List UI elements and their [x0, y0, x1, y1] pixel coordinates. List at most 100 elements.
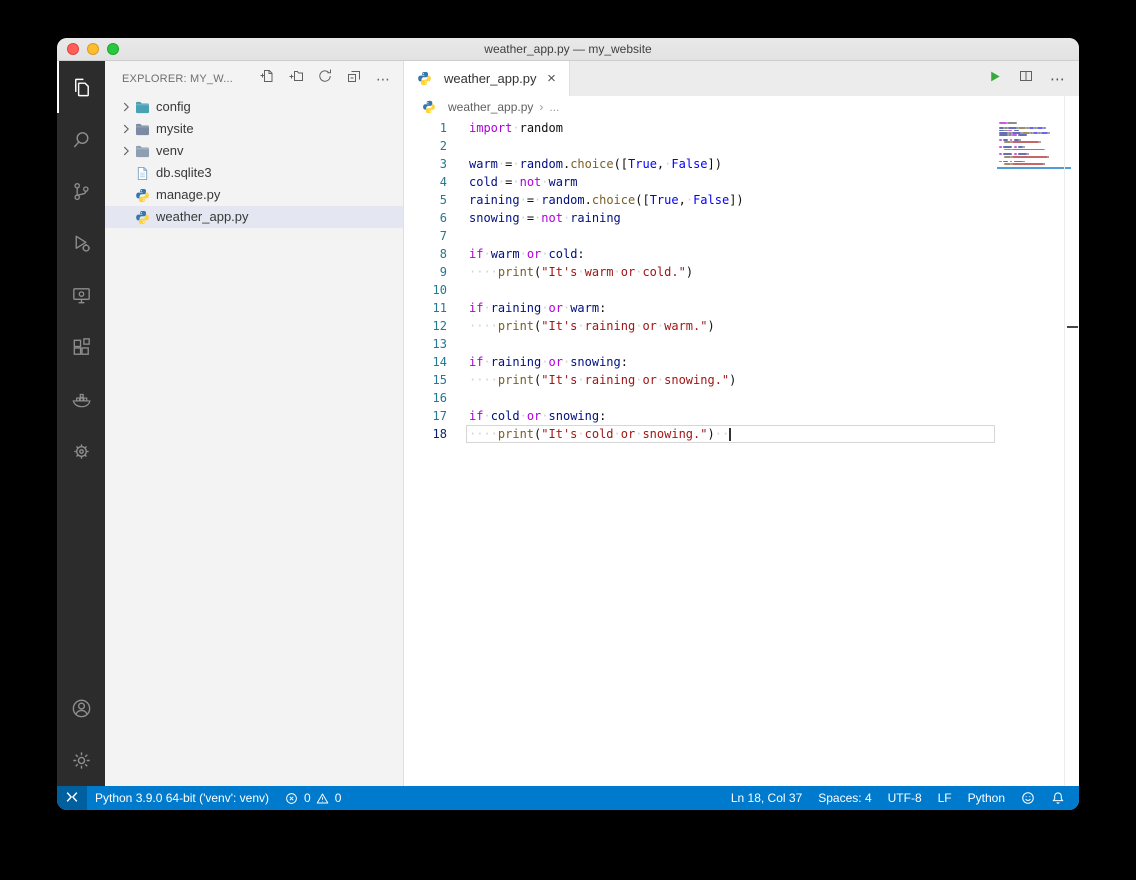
- activitybar-run-debug[interactable]: [57, 217, 105, 269]
- python-interpreter-status[interactable]: Python 3.9.0 64-bit ('venv': venv): [87, 786, 277, 810]
- chevron-spacer: [118, 209, 134, 225]
- line-number: 1: [404, 119, 447, 137]
- explorer-item-venv[interactable]: venv: [105, 140, 403, 162]
- code-line-4[interactable]: cold·=·not·warm: [469, 173, 1079, 191]
- code-line-16[interactable]: [469, 389, 1079, 407]
- split-editor-button[interactable]: [1018, 68, 1034, 89]
- code-line-7[interactable]: [469, 227, 1079, 245]
- line-number: 6: [404, 209, 447, 227]
- code-line-12[interactable]: ····print("It's·raining·or·warm."): [469, 317, 1079, 335]
- activitybar-extensions[interactable]: [57, 321, 105, 373]
- cursor-position-status[interactable]: Ln 18, Col 37: [723, 786, 810, 810]
- remote-explorer-icon: [70, 284, 93, 307]
- code-line-17[interactable]: if·cold·or·snowing:: [469, 407, 1079, 425]
- activitybar-source-control[interactable]: [57, 165, 105, 217]
- source-control-branch-icon: [70, 180, 93, 203]
- notifications-button[interactable]: [1043, 786, 1073, 810]
- chevron-right-icon[interactable]: [118, 99, 134, 115]
- warning-count: 0: [335, 791, 342, 805]
- code-line-18[interactable]: ····print("It's·cold·or·snowing.")··: [469, 425, 1079, 443]
- explorer-item-label: weather_app.py: [156, 206, 249, 228]
- explorer-item-label: db.sqlite3: [156, 162, 212, 184]
- eol-status[interactable]: LF: [930, 786, 960, 810]
- editor-group: weather_app.py × ⋯: [404, 61, 1079, 786]
- close-window-button[interactable]: [67, 43, 79, 55]
- new-folder-button[interactable]: [286, 69, 306, 89]
- feedback-button[interactable]: [1013, 786, 1043, 810]
- chevron-spacer: [118, 187, 134, 203]
- zoom-window-button[interactable]: [107, 43, 119, 55]
- status-bar: Python 3.9.0 64-bit ('venv': venv) 0 0 L…: [57, 786, 1079, 810]
- run-python-file-button[interactable]: [987, 69, 1002, 89]
- code-line-10[interactable]: [469, 281, 1079, 299]
- explorer-item-db-sqlite3[interactable]: db.sqlite3: [105, 162, 403, 184]
- remote-indicator[interactable]: [57, 786, 87, 810]
- code-line-6[interactable]: snowing·=·not·raining: [469, 209, 1079, 227]
- line-number: 13: [404, 335, 447, 353]
- eol-label: LF: [938, 791, 952, 805]
- explorer-item-weather-app-py[interactable]: weather_app.py: [105, 206, 403, 228]
- code-line-2[interactable]: [469, 137, 1079, 155]
- collapse-folders-button[interactable]: [344, 69, 364, 89]
- line-number: 10: [404, 281, 447, 299]
- problems-status[interactable]: 0 0: [277, 786, 349, 810]
- code-line-3[interactable]: warm·=·random.choice([True,·False]): [469, 155, 1079, 173]
- code-content[interactable]: import·random warm·=·random.choice([True,…: [469, 119, 1079, 443]
- file-tree: configmysitevenvdb.sqlite3manage.pyweath…: [105, 96, 403, 786]
- gear-circle-icon: [70, 440, 93, 463]
- chevron-right-icon[interactable]: [118, 121, 134, 137]
- activitybar-extension-gear[interactable]: [57, 425, 105, 477]
- line-number: 4: [404, 173, 447, 191]
- code-line-11[interactable]: if·raining·or·warm:: [469, 299, 1079, 317]
- new-file-button[interactable]: [257, 69, 277, 89]
- tab-close-icon[interactable]: ×: [543, 70, 561, 87]
- python-file-icon: [134, 187, 151, 203]
- line-number: 8: [404, 245, 447, 263]
- breadcrumb-file[interactable]: weather_app.py: [448, 100, 533, 114]
- warning-icon: [316, 792, 329, 805]
- chevron-right-icon[interactable]: [118, 143, 134, 159]
- folder-icon: [134, 99, 151, 115]
- vscode-window: weather_app.py — my_website: [57, 38, 1079, 810]
- line-number: 11: [404, 299, 447, 317]
- activitybar-settings[interactable]: [57, 734, 105, 786]
- breadcrumb[interactable]: weather_app.py › ...: [404, 96, 1079, 118]
- language-mode-status[interactable]: Python: [960, 786, 1013, 810]
- encoding-status[interactable]: UTF-8: [880, 786, 930, 810]
- explorer-more-actions-button[interactable]: ⋯: [373, 69, 393, 89]
- code-area[interactable]: 123456789101112131415161718 import·rando…: [404, 118, 1079, 786]
- folder-icon: [134, 121, 151, 137]
- cursor-position-label: Ln 18, Col 37: [731, 791, 802, 805]
- explorer-item-manage-py[interactable]: manage.py: [105, 184, 403, 206]
- code-line-1[interactable]: import·random: [469, 119, 1079, 137]
- text-cursor: [729, 428, 731, 441]
- code-line-14[interactable]: if·raining·or·snowing:: [469, 353, 1079, 371]
- code-line-9[interactable]: ····print("It's·warm·or·cold."): [469, 263, 1079, 281]
- code-line-5[interactable]: raining·=·random.choice([True,·False]): [469, 191, 1079, 209]
- explorer-item-config[interactable]: config: [105, 96, 403, 118]
- new-folder-icon: [288, 68, 304, 89]
- breadcrumb-symbol[interactable]: ...: [549, 100, 559, 114]
- python-file-icon: [420, 99, 437, 115]
- activitybar-remote-explorer[interactable]: [57, 269, 105, 321]
- titlebar[interactable]: weather_app.py — my_website: [57, 38, 1079, 61]
- editor-more-actions-button[interactable]: ⋯: [1050, 70, 1066, 88]
- explorer-title: EXPLORER: MY_W...: [122, 73, 233, 85]
- code-line-15[interactable]: ····print("It's·raining·or·snowing."): [469, 371, 1079, 389]
- indentation-status[interactable]: Spaces: 4: [810, 786, 879, 810]
- more-actions-icon: ⋯: [376, 69, 390, 89]
- tab-weather-app-py[interactable]: weather_app.py ×: [404, 61, 570, 96]
- code-line-13[interactable]: [469, 335, 1079, 353]
- new-file-icon: [259, 68, 275, 89]
- activitybar-explorer[interactable]: [57, 61, 105, 113]
- settings-gear-icon: [70, 749, 93, 772]
- activitybar-search[interactable]: [57, 113, 105, 165]
- code-line-8[interactable]: if·warm·or·cold:: [469, 245, 1079, 263]
- activitybar-docker[interactable]: [57, 373, 105, 425]
- refresh-button[interactable]: [315, 69, 335, 89]
- account-icon: [70, 697, 93, 720]
- collapse-all-icon: [346, 68, 362, 89]
- explorer-item-mysite[interactable]: mysite: [105, 118, 403, 140]
- minimize-window-button[interactable]: [87, 43, 99, 55]
- activitybar-account[interactable]: [57, 682, 105, 734]
